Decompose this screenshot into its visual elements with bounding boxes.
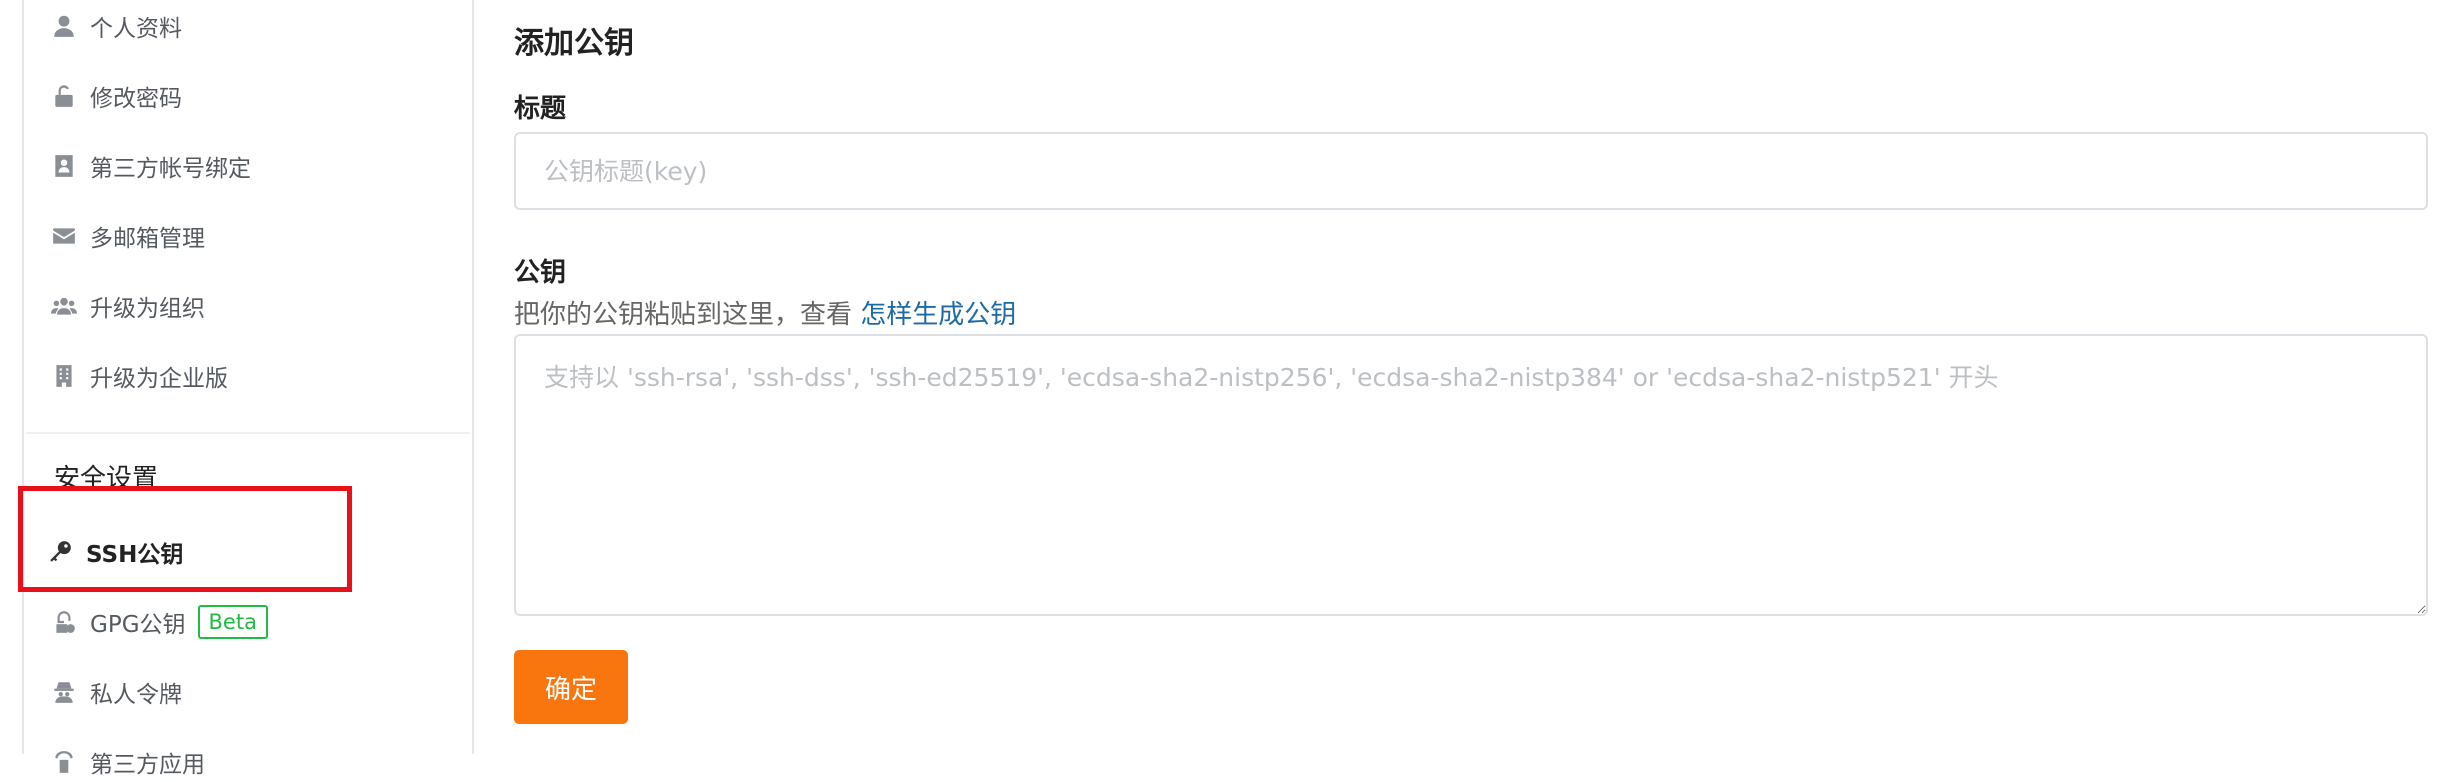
sidebar-item-upgrade-enterprise[interactable]: 升级为企业版 [50,356,228,396]
how-to-generate-key-link[interactable]: 怎样生成公钥 [860,300,1016,330]
sidebar-item-label: 第三方应用 [90,752,205,778]
user-icon [50,12,78,40]
sidebar-item-label: 第三方帐号绑定 [90,156,251,182]
settings-sidebar: 个人资料 修改密码 第三方帐号绑定 多邮箱管理 升级为组织 升级为企业版 安全设… [22,0,474,778]
sidebar-item-third-party-apps[interactable]: 第三方应用 [50,742,205,782]
sidebar-item-profile[interactable]: 个人资料 [50,6,182,46]
submit-button[interactable]: 确定 [514,650,628,724]
key-title-input[interactable] [514,132,2428,210]
user-secret-icon [50,678,78,706]
sidebar-item-label: 多邮箱管理 [90,226,205,252]
sidebar-item-upgrade-organization[interactable]: 升级为组织 [50,286,205,326]
sidebar-item-third-party-binding[interactable]: 第三方帐号绑定 [50,146,251,186]
beta-badge: Beta [197,605,268,639]
help-text: 把你的公钥粘贴到这里，查看 [514,300,861,330]
page-title: 添加公钥 [514,26,634,61]
title-field-label: 标题 [514,94,567,124]
sidebar-item-personal-tokens[interactable]: 私人令牌 [50,672,182,712]
sidebar-item-label: 升级为组织 [90,296,205,322]
sidebar-item-label: 个人资料 [90,16,182,42]
key-help-text: 把你的公钥粘贴到这里，查看 怎样生成公钥 [514,294,1016,331]
building-icon [50,362,78,390]
sidebar-item-change-password[interactable]: 修改密码 [50,76,182,116]
sidebar-item-label: GPG公钥 [90,612,186,638]
sidebar-item-label: 升级为企业版 [90,366,228,392]
app-icon [50,748,78,776]
gpg-key-icon [50,608,78,636]
sidebar-item-label: 修改密码 [90,86,182,112]
public-key-textarea[interactable] [514,334,2428,616]
highlight-annotation [18,486,352,592]
unlock-icon [50,82,78,110]
users-icon [50,292,78,320]
envelope-icon [50,222,78,250]
sidebar-item-gpg-keys[interactable]: GPG公钥 Beta [50,602,268,642]
sidebar-item-label: 私人令牌 [90,682,182,708]
contact-card-icon [50,152,78,180]
sidebar-divider [26,432,470,434]
key-field-label: 公钥 [514,258,567,288]
sidebar-item-email-management[interactable]: 多邮箱管理 [50,216,205,256]
